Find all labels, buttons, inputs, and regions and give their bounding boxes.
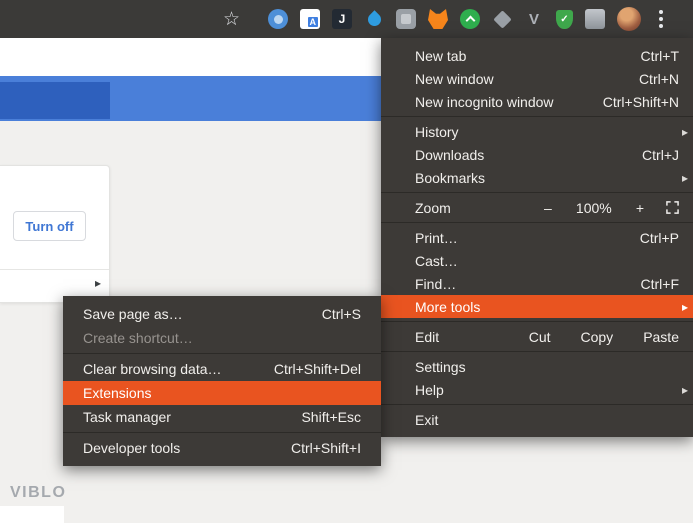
submenu-item-task-manager[interactable]: Task manager Shift+Esc — [63, 405, 381, 429]
menu-item-new-incognito-window[interactable]: New incognito window Ctrl+Shift+N — [381, 90, 693, 113]
menu-item-label: More tools — [415, 299, 480, 315]
menu-item-find[interactable]: Find… Ctrl+F — [381, 272, 693, 295]
page-banner — [0, 76, 381, 121]
submenu-item-save-page-as[interactable]: Save page as… Ctrl+S — [63, 302, 381, 326]
page-bottom-panel — [0, 506, 64, 523]
menu-item-label: Zoom — [415, 200, 451, 216]
bookmark-star-icon[interactable]: ☆ — [223, 10, 240, 29]
menu-item-shortcut: Ctrl+Shift+N — [603, 94, 679, 110]
metamask-fox-extension-icon[interactable] — [428, 9, 448, 29]
menu-item-label: Print… — [415, 230, 458, 246]
droplet-extension-icon[interactable] — [364, 9, 384, 29]
menu-item-shortcut: Shift+Esc — [301, 409, 361, 425]
menu-item-label: Developer tools — [83, 440, 180, 456]
zoom-out-button[interactable]: – — [544, 200, 552, 216]
menu-separator — [63, 432, 381, 433]
menu-item-label: New window — [415, 71, 494, 87]
menu-item-label: History — [415, 124, 459, 140]
menu-item-label: Create shortcut… — [83, 330, 193, 346]
green-shield-extension-icon[interactable] — [556, 10, 573, 29]
menu-separator — [381, 116, 693, 117]
menu-separator — [381, 321, 693, 322]
menu-item-label: Extensions — [83, 385, 151, 401]
expand-arrow-icon[interactable]: ▸ — [95, 276, 101, 290]
menu-item-label: Help — [415, 382, 444, 398]
menu-item-downloads[interactable]: Downloads Ctrl+J — [381, 143, 693, 166]
menu-item-label: Downloads — [415, 147, 484, 163]
menu-item-more-tools[interactable]: More tools ▸ — [381, 295, 693, 318]
zoom-controls: – 100% + — [544, 200, 679, 216]
menu-item-label: Find… — [415, 276, 456, 292]
card-divider — [0, 269, 109, 270]
menu-item-edit[interactable]: Edit Cut Copy Paste — [381, 325, 693, 348]
menu-item-shortcut: Ctrl+T — [641, 48, 680, 64]
menu-item-shortcut: Ctrl+J — [642, 147, 679, 163]
menu-item-shortcut: Ctrl+F — [641, 276, 680, 292]
green-circle-extension-icon[interactable] — [460, 9, 480, 29]
fullscreen-icon[interactable] — [666, 201, 679, 214]
browser-menu-kebab-icon[interactable] — [653, 9, 669, 29]
menu-item-label: New tab — [415, 48, 466, 64]
submenu-arrow-icon: ▸ — [682, 383, 688, 397]
menu-separator — [381, 222, 693, 223]
zoom-level-value: 100% — [574, 200, 614, 216]
tab-strip — [0, 38, 381, 76]
menu-item-shortcut: Ctrl+N — [639, 71, 679, 87]
submenu-arrow-icon: ▸ — [682, 300, 688, 314]
menu-item-label: Bookmarks — [415, 170, 485, 186]
gray-extension-icon[interactable] — [396, 9, 416, 29]
chrome-menu: New tab Ctrl+T New window Ctrl+N New incogni… — [381, 38, 693, 437]
menu-item-label: Cast… — [415, 253, 458, 269]
zoom-in-button[interactable]: + — [636, 200, 644, 216]
menu-item-help[interactable]: Help ▸ — [381, 378, 693, 401]
menu-item-label: Settings — [415, 359, 466, 375]
menu-item-label: Exit — [415, 412, 438, 428]
menu-item-shortcut: Ctrl+S — [322, 306, 361, 322]
menu-item-label: Save page as… — [83, 306, 183, 322]
menu-item-cast[interactable]: Cast… — [381, 249, 693, 272]
menu-item-history[interactable]: History ▸ — [381, 120, 693, 143]
browser-toolbar: ☆ — [0, 0, 693, 38]
menu-item-label: Clear browsing data… — [83, 361, 222, 377]
menu-item-shortcut: Ctrl+Shift+Del — [274, 361, 361, 377]
more-tools-submenu: Save page as… Ctrl+S Create shortcut… Clear… — [63, 296, 381, 466]
menu-item-zoom[interactable]: Zoom – 100% + — [381, 196, 693, 219]
menu-item-new-window[interactable]: New window Ctrl+N — [381, 67, 693, 90]
menu-item-label: Task manager — [83, 409, 171, 425]
menu-item-shortcut: Ctrl+Shift+I — [291, 440, 361, 456]
page-card: Turn off ▸ — [0, 165, 110, 303]
menu-item-print[interactable]: Print… Ctrl+P — [381, 226, 693, 249]
submenu-item-create-shortcut: Create shortcut… — [63, 326, 381, 350]
menu-item-bookmarks[interactable]: Bookmarks ▸ — [381, 166, 693, 189]
translate-extension-icon[interactable] — [300, 9, 320, 29]
submenu-item-extensions[interactable]: Extensions — [63, 381, 381, 405]
menu-item-shortcut: Ctrl+P — [640, 230, 679, 246]
submenu-arrow-icon: ▸ — [682, 125, 688, 139]
profile-avatar[interactable] — [617, 7, 641, 31]
submenu-item-developer-tools[interactable]: Developer tools Ctrl+Shift+I — [63, 436, 381, 460]
gray-diamond-extension-icon[interactable] — [492, 9, 512, 29]
menu-separator — [381, 192, 693, 193]
blue-circle-extension-icon[interactable] — [268, 9, 288, 29]
edit-copy-button[interactable]: Copy — [581, 329, 614, 345]
viblo-logo[interactable]: VIBLO — [10, 484, 66, 502]
menu-item-settings[interactable]: Settings — [381, 355, 693, 378]
edit-cut-button[interactable]: Cut — [529, 329, 551, 345]
submenu-item-clear-browsing-data[interactable]: Clear browsing data… Ctrl+Shift+Del — [63, 357, 381, 381]
menu-separator — [381, 404, 693, 405]
edit-paste-button[interactable]: Paste — [643, 329, 679, 345]
menu-item-label: Edit — [415, 329, 439, 345]
j-extension-icon[interactable] — [332, 9, 352, 29]
banner-button[interactable] — [0, 82, 110, 119]
v-extension-icon[interactable] — [524, 9, 544, 29]
menu-item-exit[interactable]: Exit — [381, 408, 693, 431]
edit-actions: Cut Copy Paste — [529, 329, 679, 345]
menu-separator — [63, 353, 381, 354]
menu-item-label: New incognito window — [415, 94, 554, 110]
submenu-arrow-icon: ▸ — [682, 171, 688, 185]
cube-extension-icon[interactable] — [585, 9, 605, 29]
turn-off-button[interactable]: Turn off — [13, 211, 86, 241]
menu-separator — [381, 351, 693, 352]
menu-item-new-tab[interactable]: New tab Ctrl+T — [381, 44, 693, 67]
